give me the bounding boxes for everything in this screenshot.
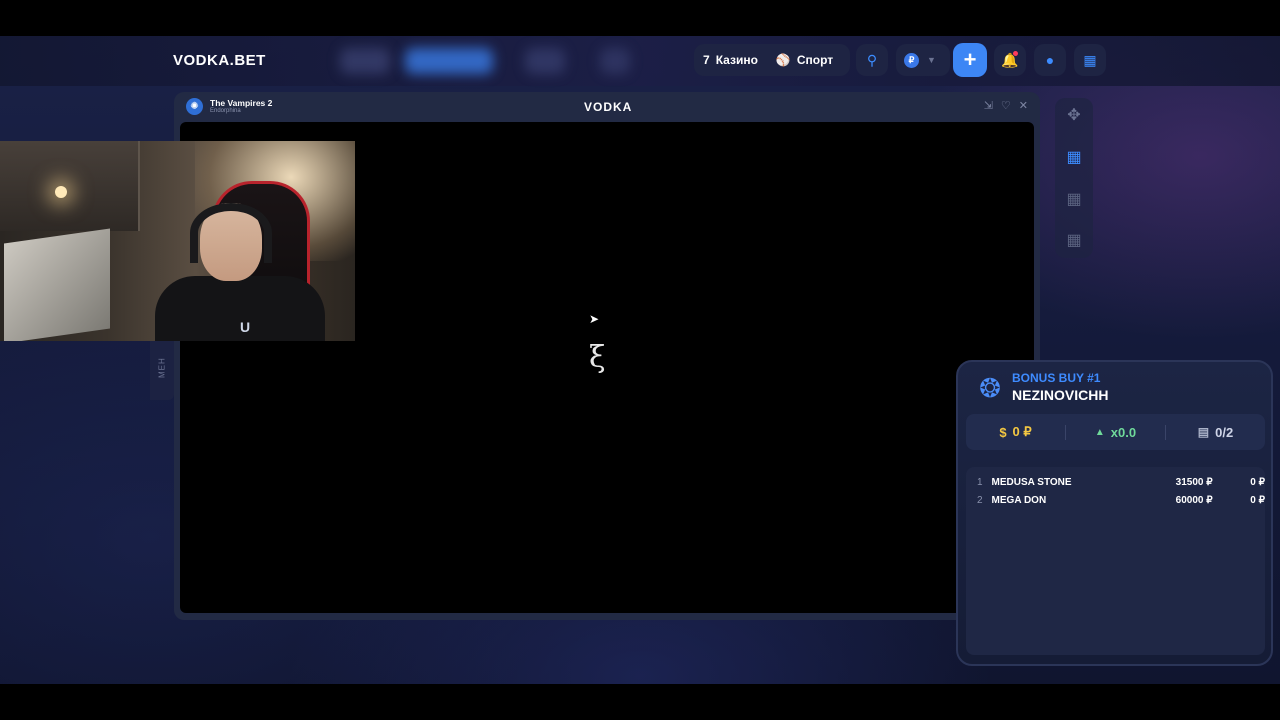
game-title: The Vampires 2 xyxy=(210,98,273,108)
favorite-heart-icon[interactable]: ♡ xyxy=(1001,99,1011,112)
crosshair-logo-icon: ❂ xyxy=(979,373,1001,403)
multiplier-value: x0.0 xyxy=(1110,424,1137,440)
window-logo: VODKA xyxy=(584,100,633,114)
loading-spinner-icon: ξ xyxy=(589,340,606,375)
progress-stat: ▤ 0/2 xyxy=(1165,424,1265,440)
bonus-buy-label: BONUS BUY #1 xyxy=(1012,371,1101,385)
minimize-icon[interactable]: ⇲ xyxy=(984,99,993,112)
total-win-value: 0 ₽ xyxy=(1012,424,1032,439)
total-win-stat: $ 0 ₽ xyxy=(966,424,1065,440)
user-icon: ● xyxy=(1045,52,1055,68)
streamer-name: NEZINOVICHH xyxy=(1012,387,1109,403)
row-price: 31500 ₽ xyxy=(1175,476,1213,488)
triangle-up-icon: ▲ xyxy=(1094,426,1105,438)
notification-dot xyxy=(1013,51,1018,56)
ball-icon: ⚾ xyxy=(775,53,791,67)
webcam-poster xyxy=(4,228,110,341)
currency-selector[interactable]: ₽ ▼ xyxy=(896,44,950,76)
bonus-stats-bar: $ 0 ₽ ▲ x0.0 ▤ 0/2 xyxy=(966,414,1265,450)
bonus-row: 2 MEGA DON 60000 ₽ 0 ₽ xyxy=(966,491,1265,509)
game-provider: Endorphina xyxy=(210,108,241,114)
bonus-row: 1 MEDUSA STONE 31500 ₽ 0 ₽ xyxy=(966,473,1265,491)
top-navbar: VODKA.BET 7 Казино ⚾ Спорт ⚲ ₽ ▼ + 🔔 ● ▦ xyxy=(0,36,1280,86)
bonus-buy-widget: ❂ BONUS BUY #1 NEZINOVICHH $ 0 ₽ ▲ x0.0 … xyxy=(956,360,1273,666)
blurred-nav-item xyxy=(600,48,630,74)
webcam-overlay: U xyxy=(0,141,355,341)
menu-grid-button[interactable]: ▦ xyxy=(1074,44,1106,76)
section-switcher: 7 Казино ⚾ Спорт xyxy=(694,44,850,76)
grid-icon: ▦ xyxy=(1083,51,1097,68)
notifications-button[interactable]: 🔔 xyxy=(994,44,1026,76)
row-win: 0 ₽ xyxy=(1250,476,1265,488)
progress-value: 0/2 xyxy=(1215,424,1234,440)
close-icon[interactable]: ✕ xyxy=(1019,99,1028,112)
sport-tab[interactable]: ⚾ Спорт xyxy=(767,44,842,76)
blurred-nav-item xyxy=(340,48,390,74)
search-icon: ⚲ xyxy=(866,51,878,68)
row-price: 60000 ₽ xyxy=(1175,494,1213,506)
stage: VODKA.BET 7 Казино ⚾ Спорт ⚲ ₽ ▼ + 🔔 ● ▦… xyxy=(0,36,1280,684)
headphones-icon xyxy=(190,203,272,263)
sport-tab-label: Спорт xyxy=(796,53,834,67)
blurred-nav-item-active xyxy=(405,48,493,74)
profile-button[interactable]: ● xyxy=(1034,44,1066,76)
row-number: 1 xyxy=(977,476,983,488)
layout-single-icon[interactable]: ▦ xyxy=(1064,148,1084,168)
letterbox-top xyxy=(0,0,1280,36)
letterbox-bottom xyxy=(0,684,1280,720)
bonus-list: 1 MEDUSA STONE 31500 ₽ 0 ₽ 2 MEGA DON 60… xyxy=(966,467,1265,655)
multiplier-stat: ▲ x0.0 xyxy=(1065,424,1165,440)
ruble-coin-icon: ₽ xyxy=(904,52,919,68)
row-game: MEDUSA STONE xyxy=(991,476,1072,488)
webcam-cabinet xyxy=(0,141,140,231)
collapse-icon[interactable]: ✥ xyxy=(1064,106,1084,126)
layout-double-icon[interactable]: ▦ xyxy=(1064,190,1084,210)
deposit-button[interactable]: + xyxy=(953,43,987,77)
search-button[interactable]: ⚲ xyxy=(856,44,888,76)
seven-icon: 7 xyxy=(703,53,710,67)
row-number: 2 xyxy=(977,494,983,506)
provider-icon: ✺ xyxy=(186,98,203,115)
window-controls: ⇲ ♡ ✕ xyxy=(984,99,1028,112)
game-layout-rail: ✥ ▦ ▦ ▦ xyxy=(1055,98,1093,258)
site-logo[interactable]: VODKA.BET xyxy=(173,52,266,69)
mouse-cursor-icon: ➤ xyxy=(589,312,600,326)
casino-tab[interactable]: 7 Казино xyxy=(694,44,767,76)
side-menu-tab[interactable]: МЕН xyxy=(150,336,174,400)
shirt-logo-icon: U xyxy=(240,319,251,335)
layout-quad-icon[interactable]: ▦ xyxy=(1064,231,1084,251)
row-game: MEGA DON xyxy=(991,494,1047,506)
blurred-nav-item xyxy=(525,48,565,74)
webcam-lamp xyxy=(55,186,67,198)
dollar-icon: $ xyxy=(999,424,1007,440)
wallet-icon: ▤ xyxy=(1197,425,1210,439)
chevron-down-icon: ▼ xyxy=(927,55,936,65)
casino-tab-label: Казино xyxy=(715,53,758,67)
game-window-header: ✺ The Vampires 2 Endorphina VODKA ⇲ ♡ ✕ xyxy=(174,92,1040,122)
row-win: 0 ₽ xyxy=(1250,494,1265,506)
